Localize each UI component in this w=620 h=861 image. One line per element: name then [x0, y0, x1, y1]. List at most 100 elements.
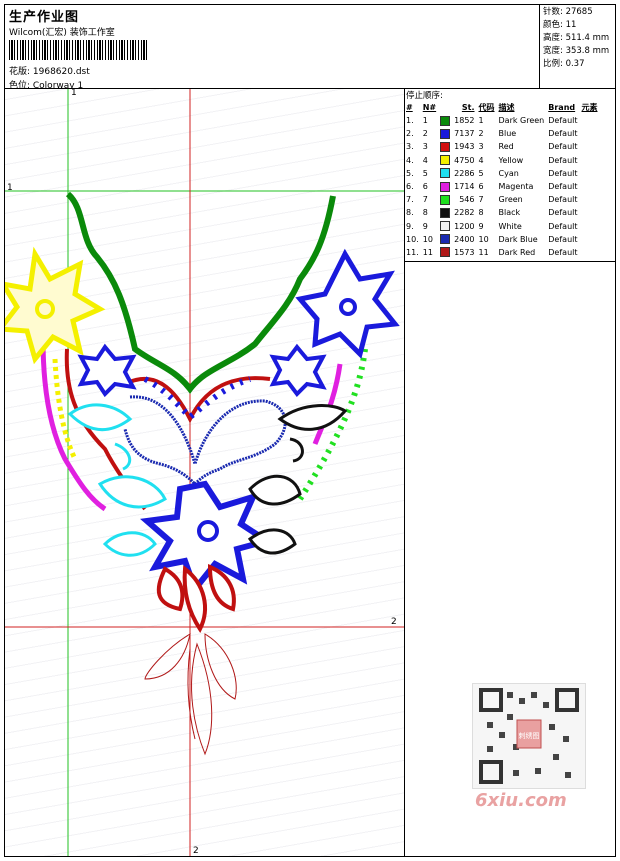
col-needle: N#: [422, 103, 437, 112]
row-needle: 2: [422, 129, 428, 139]
company-name: Wilcom(汇宏) 装饰工作室: [9, 28, 115, 38]
blue-flower-top-right: [295, 248, 400, 359]
row-description: Dark Blue: [498, 234, 538, 244]
row-code: 11: [478, 247, 489, 257]
axis-label-right: 2: [391, 617, 397, 627]
row-stitches: 546: [459, 195, 475, 205]
table-row: 5. 5 2286 5 Cyan Default: [404, 167, 600, 180]
row-needle: 6: [422, 182, 428, 192]
row-index: 5.: [406, 168, 414, 178]
blue-center-motif: [123, 395, 287, 487]
table-row: 10. 10 2400 10 Dark Blue Default: [404, 233, 600, 246]
header-info: 生产作业图 Wilcom(汇宏) 装饰工作室 花版: 1968620.dst 色…: [6, 4, 538, 91]
row-swatch: [438, 220, 452, 233]
row-swatch: [438, 114, 452, 127]
row-code: 5: [478, 168, 484, 178]
row-swatch: [438, 140, 452, 153]
black-leaves: [247, 404, 348, 555]
row-stitches: 1943: [454, 142, 475, 152]
row-description: Dark Red: [498, 247, 536, 257]
row-index: 9.: [406, 221, 414, 231]
row-code: 3: [478, 142, 484, 152]
color-swatch: [440, 181, 451, 192]
row-needle: 11: [422, 247, 433, 257]
row-code: 1: [478, 116, 484, 126]
row-description: Dark Green: [498, 116, 545, 126]
barcode: [9, 40, 147, 60]
row-description: Cyan: [498, 168, 519, 178]
row-stitches: 1200: [454, 221, 475, 231]
col-code: 代码: [478, 103, 495, 112]
stitch-count: 针数: 27685: [543, 7, 593, 17]
design-height: 高度: 511.4 mm: [543, 33, 610, 43]
table-row: 9. 9 1200 9 White Default: [404, 220, 600, 233]
row-swatch: [438, 154, 452, 167]
table-row: 11. 11 1573 11 Dark Red Default: [404, 246, 600, 259]
col-description: 描述: [498, 103, 515, 112]
blue-flower-small-right: [269, 343, 327, 398]
row-index: 6.: [406, 182, 414, 192]
row-description: Yellow: [498, 155, 524, 165]
row-brand: Default: [548, 195, 578, 205]
row-needle: 8: [422, 208, 428, 218]
color-swatch: [440, 115, 451, 126]
qr-code: 刺绣图: [472, 683, 586, 789]
row-description: White: [498, 221, 522, 231]
row-brand: Default: [548, 221, 578, 231]
design-file: 花版: 1968620.dst: [9, 67, 90, 77]
dark-red-outline-leaves: [144, 632, 237, 756]
row-stitches: 2400: [454, 234, 475, 244]
col-swatch: [438, 101, 452, 114]
color-swatch: [440, 207, 451, 218]
row-code: 2: [478, 129, 484, 139]
color-swatch: [440, 141, 451, 152]
row-code: 9: [478, 221, 484, 231]
row-index: 8.: [406, 208, 414, 218]
row-needle: 3: [422, 142, 428, 152]
design-canvas: 1 1 2 2: [5, 89, 405, 856]
design-scale: 比例: 0.37: [543, 59, 585, 69]
row-index: 10.: [406, 234, 419, 244]
page-title: 生产作业图: [9, 10, 80, 25]
col-brand: Brand: [548, 103, 576, 112]
row-swatch: [438, 206, 452, 219]
row-brand: Default: [548, 182, 578, 192]
axis-label-bottom: 2: [193, 846, 199, 856]
color-swatch: [440, 155, 451, 166]
yellow-flower: [5, 246, 106, 365]
row-stitches: 2286: [454, 168, 475, 178]
row-swatch: [438, 233, 452, 246]
row-stitches: 4750: [454, 155, 475, 165]
table-row: 6. 6 1714 6 Magenta Default: [404, 180, 600, 193]
col-element: 元素: [581, 103, 598, 112]
row-stitches: 1714: [454, 182, 475, 192]
col-index: #: [406, 103, 413, 112]
row-brand: Default: [548, 155, 578, 165]
row-brand: Default: [548, 116, 578, 126]
row-description: Blue: [498, 129, 517, 139]
embroidery-design: [5, 89, 404, 856]
row-stitches: 7137: [454, 129, 475, 139]
row-swatch: [438, 167, 452, 180]
row-needle: 9: [422, 221, 428, 231]
row-brand: Default: [548, 234, 578, 244]
color-swatch: [440, 128, 451, 139]
stop-sequence-title: 停止顺序:: [406, 91, 443, 101]
row-brand: Default: [548, 208, 578, 218]
row-index: 4.: [406, 155, 414, 165]
row-description: Green: [498, 195, 523, 205]
cyan-leaves: [67, 403, 167, 557]
qr-stamp: 刺绣图: [519, 731, 540, 740]
color-swatch: [440, 234, 451, 245]
color-count: 颜色: 11: [543, 20, 577, 30]
design-stats: 针数: 27685 颜色: 11 高度: 511.4 mm 宽度: 353.8 …: [539, 4, 616, 88]
row-swatch: [438, 127, 452, 140]
watermark: 6xiu.com: [475, 790, 567, 811]
stop-sequence-table: # N# St. 代码 描述 Brand 元素 1. 1 1852 1 Dark Gre…: [404, 101, 600, 259]
color-swatch: [440, 221, 451, 232]
table-row: 2. 2 7137 2 Blue Default: [404, 127, 600, 140]
row-index: 3.: [406, 142, 414, 152]
row-stitches: 2282: [454, 208, 475, 218]
row-brand: Default: [548, 142, 578, 152]
color-swatch: [440, 194, 451, 205]
